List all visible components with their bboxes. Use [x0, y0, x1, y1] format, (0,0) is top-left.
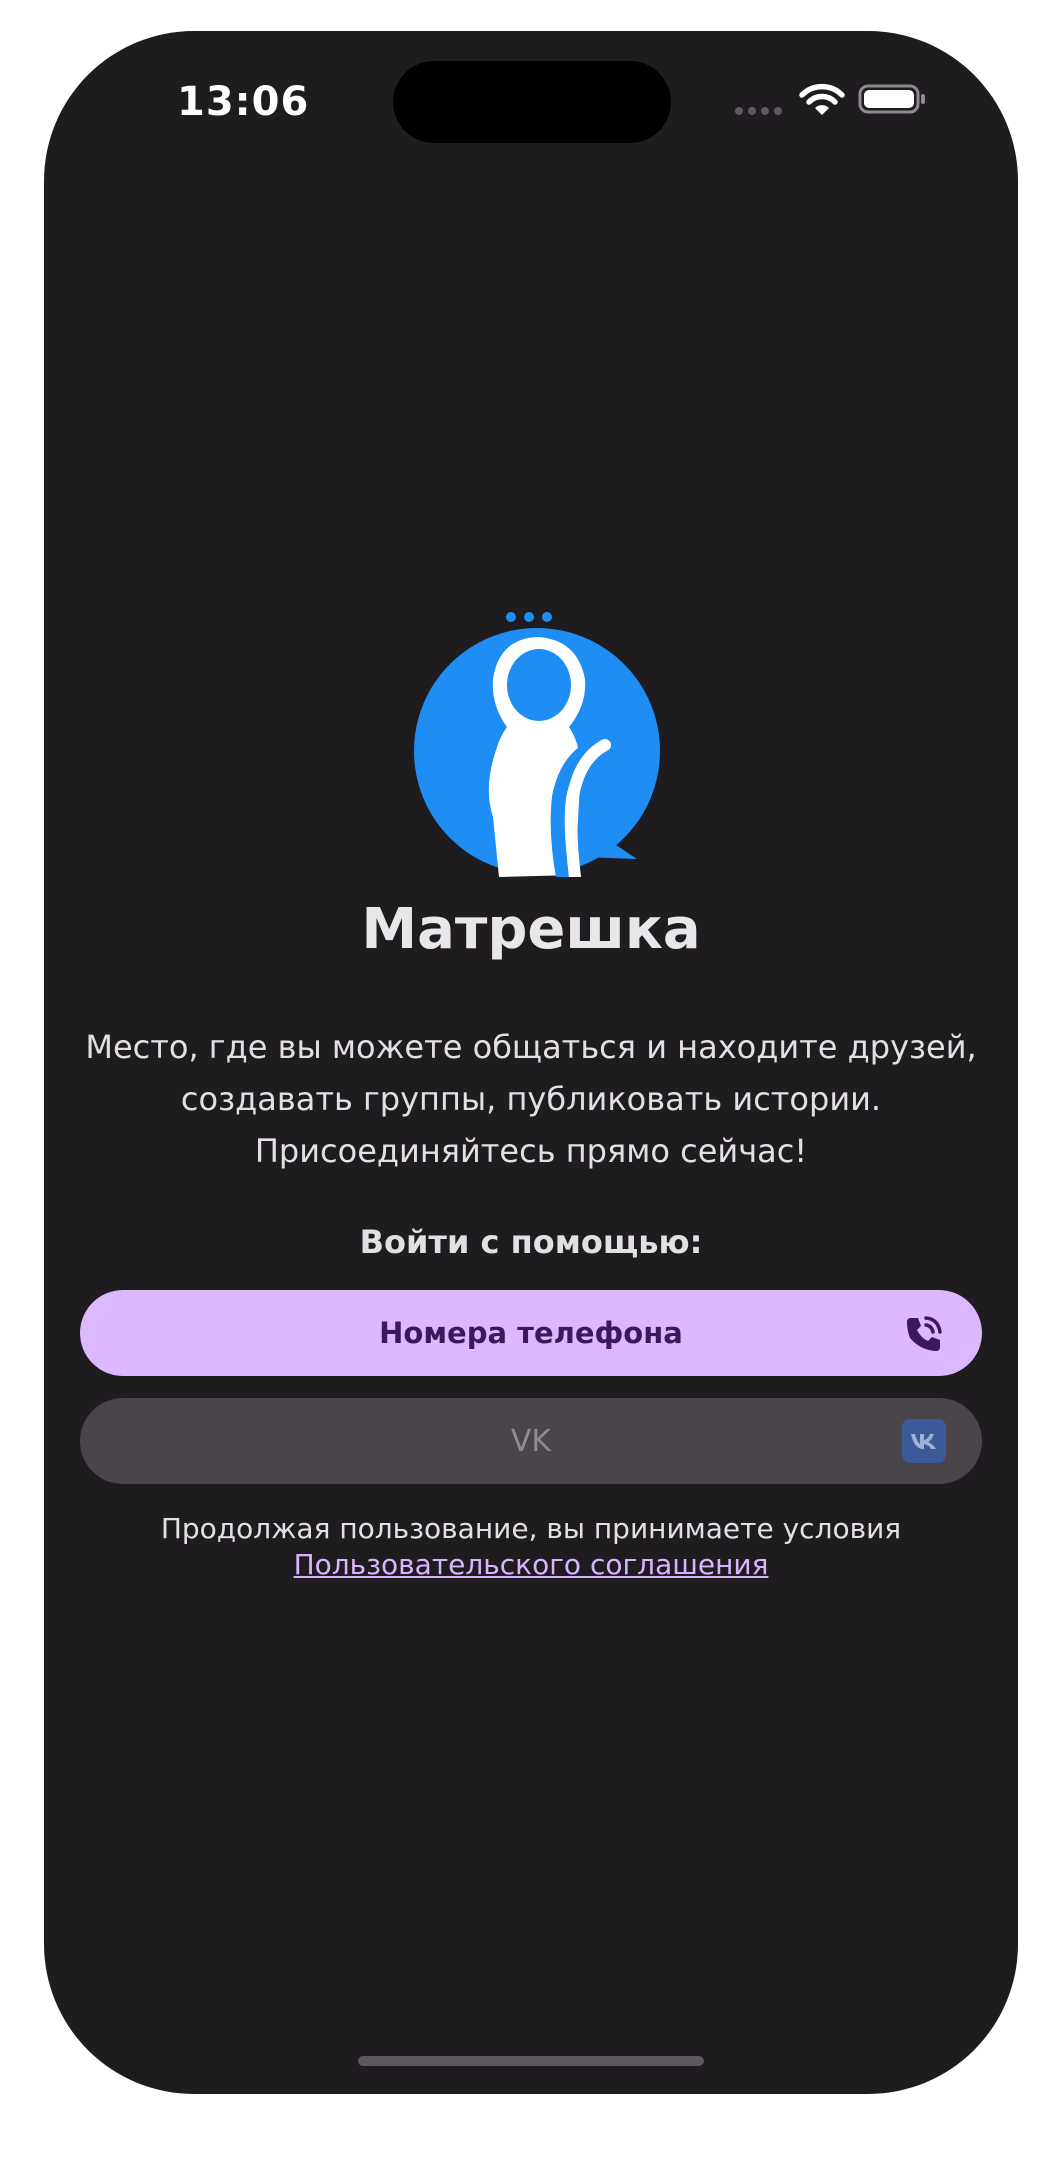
- battery-icon: [858, 84, 925, 114]
- terms-notice: Продолжая пользование, вы принимаете усл…: [44, 1511, 1018, 1583]
- login-label: Войти с помощью:: [359, 1223, 703, 1261]
- phone-screen: 13:06 Матрешка Место, где вы можете обща…: [44, 31, 1018, 2094]
- terms-text: Продолжая пользование, вы принимаете усл…: [160, 1512, 902, 1545]
- description-line: создавать группы, публиковать истории.: [180, 1080, 882, 1118]
- vk-login-button-label: VK: [510, 1423, 552, 1459]
- description-line: Место, где вы можете общаться и находите…: [85, 1028, 977, 1066]
- vk-icon: [902, 1419, 946, 1463]
- phone-login-button-label: Номера телефона: [379, 1316, 683, 1350]
- dynamic-island: [393, 61, 671, 143]
- wifi-icon: [799, 83, 845, 115]
- status-time: 13:06: [177, 79, 310, 125]
- home-indicator[interactable]: [358, 2056, 704, 2066]
- phone-call-icon: [907, 1316, 942, 1351]
- matryoshka-logo: [414, 612, 660, 877]
- cellular-signal-icon: [735, 107, 782, 115]
- app-title: Матрешка: [361, 897, 701, 962]
- vk-login-button[interactable]: VK: [80, 1398, 982, 1484]
- description-line: Присоединяйтесь прямо сейчас!: [254, 1132, 808, 1170]
- user-agreement-link[interactable]: Пользовательского соглашения: [44, 1547, 1018, 1583]
- phone-login-button[interactable]: Номера телефона: [80, 1290, 982, 1376]
- app-description: Место, где вы можете общаться и находите…: [64, 1021, 998, 1177]
